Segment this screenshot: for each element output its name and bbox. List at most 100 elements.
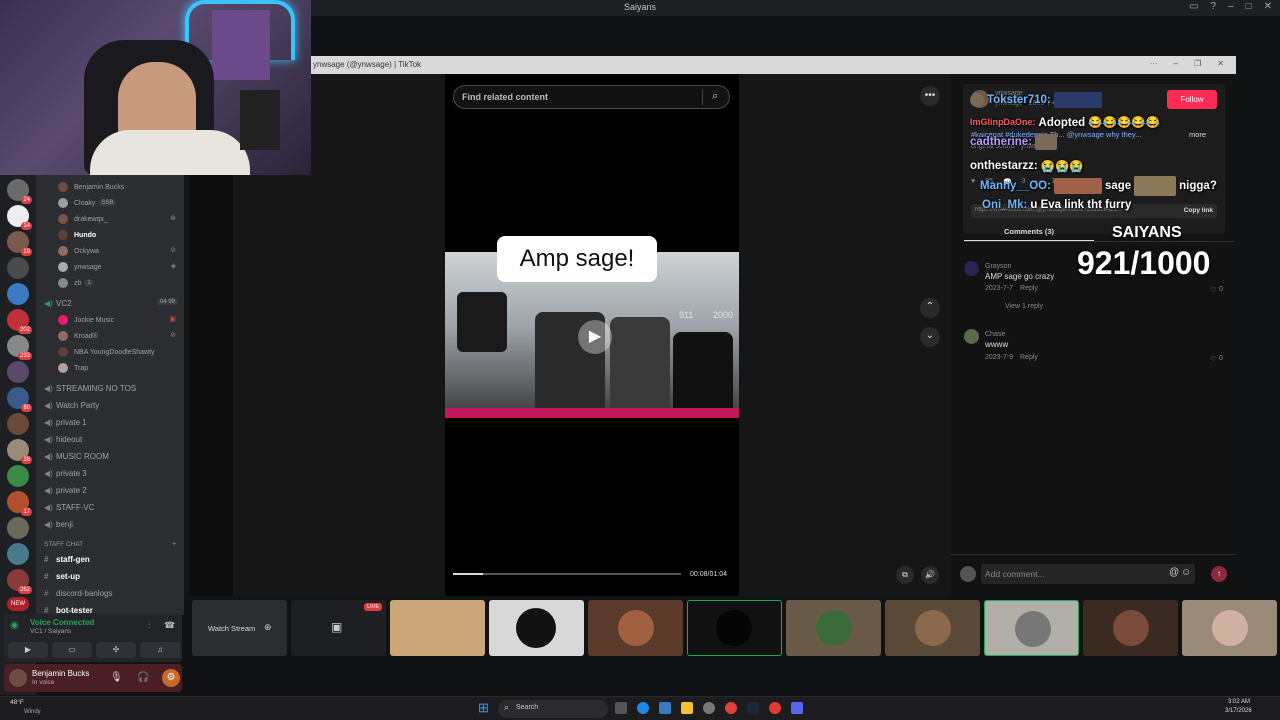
new-badge[interactable]: NEW <box>7 597 29 611</box>
voice-channel-vc2[interactable]: ◀) VC2 04 99 <box>36 295 184 312</box>
add-channel-icon[interactable]: + <box>172 541 176 548</box>
edge-icon[interactable] <box>637 702 649 714</box>
voice-channel[interactable]: ◀) Watch Party <box>36 397 184 414</box>
camera-button[interactable]: ▶ <box>8 642 48 658</box>
weather-desc[interactable]: Windy <box>24 709 41 715</box>
user-avatar[interactable] <box>9 669 27 687</box>
server-icon[interactable]: 17 <box>7 491 32 516</box>
stream-tile[interactable]: ▣ LIVE <box>291 600 386 656</box>
task-view-icon[interactable] <box>615 702 627 714</box>
server-icon[interactable]: 24 <box>7 179 32 204</box>
voice-user[interactable]: ynwsage ◈ <box>36 259 184 275</box>
participant-tile[interactable] <box>1083 600 1178 656</box>
taskbar-search[interactable]: ⌕ Search <box>498 700 608 718</box>
participant-tile[interactable] <box>489 600 584 656</box>
minimize-button[interactable]: – <box>1174 59 1178 68</box>
search-icon[interactable]: ⌕ <box>712 90 718 103</box>
more-icon[interactable]: ··· <box>1150 59 1158 68</box>
minimize-button[interactable]: – <box>1228 1 1234 12</box>
voice-user[interactable]: zb 1 <box>36 275 184 291</box>
settings-icon[interactable]: ⚙ <box>162 669 180 687</box>
disconnect-icon[interactable]: ☎ <box>164 620 175 631</box>
volume-icon[interactable]: 🔊 <box>921 566 939 584</box>
participant-tile[interactable] <box>687 600 782 656</box>
voice-channel[interactable]: ◀) STREAMING NO TOS <box>36 380 184 397</box>
server-icon[interactable]: 202 <box>7 309 32 334</box>
voice-channel[interactable]: ◀) private 2 <box>36 482 184 499</box>
server-icon[interactable] <box>7 465 29 487</box>
previous-video-icon[interactable]: ⌃ <box>920 298 940 318</box>
comment-avatar[interactable] <box>964 329 979 344</box>
inbox-icon[interactable]: ▭ <box>1189 1 1198 12</box>
watch-stream-label[interactable]: Watch Stream <box>208 624 255 633</box>
voice-user[interactable]: Trap <box>36 360 184 376</box>
server-icon[interactable]: 262 <box>7 569 32 594</box>
noise-suppression-icon[interactable]: ⫶ <box>148 620 150 631</box>
windows-start-icon[interactable]: ⊞ <box>478 700 489 716</box>
voice-channel[interactable]: ◀) private 3 <box>36 465 184 482</box>
comment-avatar[interactable] <box>964 261 979 276</box>
voice-user[interactable]: Kroad® ⊘ <box>36 328 184 344</box>
voice-user[interactable]: Hundo <box>36 227 184 243</box>
view-replies-button[interactable]: View 1 reply <box>1005 303 1043 310</box>
voice-user[interactable]: Cloaky SSB <box>36 195 184 211</box>
participant-tile[interactable] <box>390 600 485 656</box>
mic-icon[interactable]: 🎙 <box>110 672 123 683</box>
video-progress-bar[interactable] <box>453 573 681 575</box>
voice-channel-path[interactable]: VC1 / Saiyans <box>30 628 71 635</box>
restore-button[interactable]: ❐ <box>1194 59 1201 68</box>
voice-user[interactable]: Benjamin Bucks <box>36 179 184 195</box>
activities-button[interactable]: ✣ <box>96 642 136 658</box>
server-icon[interactable]: 38 <box>7 439 32 464</box>
text-channel[interactable]: # set-up <box>36 568 184 585</box>
server-icon[interactable]: 80 <box>7 387 32 412</box>
server-icon[interactable]: 19 <box>7 231 32 256</box>
reply-button[interactable]: Reply <box>1020 285 1038 292</box>
voice-channel[interactable]: ◀) STAFF-VC <box>36 499 184 516</box>
category-header[interactable]: STAFF CHAT + <box>36 537 184 551</box>
next-video-icon[interactable]: ⌄ <box>920 327 940 347</box>
settings-app-icon[interactable] <box>703 702 715 714</box>
participant-tile[interactable] <box>984 600 1079 656</box>
clock-time[interactable]: 3:02 AM <box>1228 699 1250 705</box>
voice-user[interactable]: Ockywa ⊘ <box>36 243 184 259</box>
clock-date[interactable]: 3/17/2026 <box>1225 708 1252 714</box>
mention-icon[interactable]: @ <box>1169 567 1179 578</box>
voice-user[interactable]: Jockie Music ▣ <box>36 312 184 328</box>
voice-user[interactable]: drakewqx_ ⊗ <box>36 211 184 227</box>
server-icon[interactable]: 233 <box>7 335 32 360</box>
signal-icon[interactable]: ◉ <box>10 620 19 631</box>
related-search-input[interactable]: Find related content ⌕ <box>453 85 730 109</box>
text-channel[interactable]: # discord-banlogs <box>36 585 184 602</box>
chrome-icon[interactable] <box>725 702 737 714</box>
participant-tile[interactable] <box>885 600 980 656</box>
popout-icon[interactable]: ⊕ <box>264 622 272 633</box>
comment-user[interactable]: Grayson <box>985 263 1011 270</box>
steam-icon[interactable] <box>747 702 759 714</box>
maximize-button[interactable]: □ <box>1246 1 1252 12</box>
comments-tab[interactable]: Comments (3) <box>1004 227 1054 236</box>
soundboard-button[interactable]: ♫ <box>140 642 180 658</box>
server-icon[interactable] <box>7 413 29 435</box>
server-icon[interactable] <box>7 257 29 279</box>
more-options-icon[interactable]: ••• <box>920 86 940 106</box>
voice-user[interactable]: NBA YoungDoodleShawty <box>36 344 184 360</box>
participant-tile[interactable] <box>588 600 683 656</box>
server-icon[interactable]: 14 <box>7 205 32 230</box>
voice-status[interactable]: Voice Connected <box>30 618 94 627</box>
weather-temp[interactable]: 48°F <box>10 699 24 706</box>
text-channel[interactable]: # staff-gen <box>36 551 184 568</box>
comment-like-icon[interactable]: ♡ <box>1210 355 1216 363</box>
emoji-icon[interactable]: ☺ <box>1181 567 1191 578</box>
watch-stream-tile[interactable]: Watch Stream ⊕ <box>192 600 287 656</box>
voice-channel[interactable]: ◀) hideout <box>36 431 184 448</box>
play-icon[interactable]: ▶ <box>578 320 612 354</box>
server-icon[interactable] <box>7 361 29 383</box>
server-icon[interactable] <box>7 543 29 565</box>
send-icon[interactable]: ↑ <box>1211 566 1227 582</box>
voice-channel[interactable]: ◀) private 1 <box>36 414 184 431</box>
app-icon[interactable] <box>659 702 671 714</box>
discord-icon[interactable] <box>791 702 803 714</box>
server-icon[interactable] <box>7 517 29 539</box>
file-explorer-icon[interactable] <box>681 702 693 714</box>
